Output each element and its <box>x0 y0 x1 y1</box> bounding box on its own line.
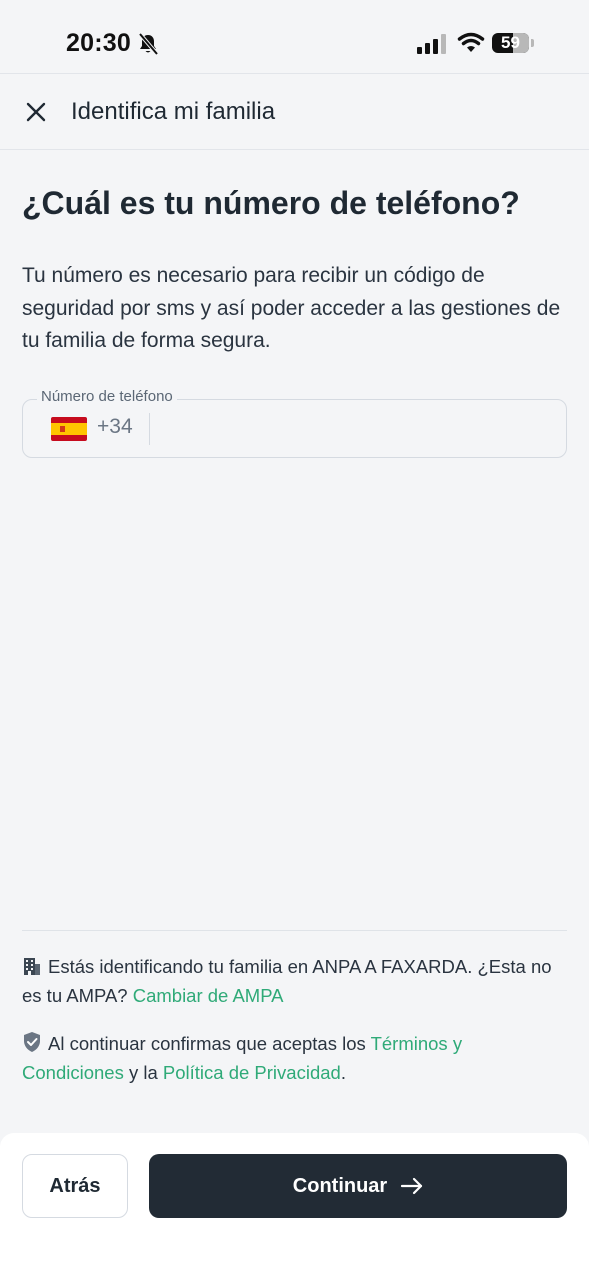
bell-slash-icon <box>138 32 159 56</box>
footer: Atrás Continuar <box>0 1133 589 1280</box>
battery-level: 59 <box>501 33 520 52</box>
building-icon <box>24 958 40 975</box>
header: Identifica mi familia <box>0 73 589 150</box>
arrow-right-icon <box>401 1177 423 1195</box>
signal-icon <box>417 34 446 54</box>
info-divider <box>22 930 567 931</box>
terms-info: Al continuar confirmas que aceptas los T… <box>22 1030 567 1087</box>
wifi-icon <box>457 32 485 52</box>
field-divider <box>149 413 150 445</box>
close-button[interactable] <box>20 96 52 128</box>
shield-check-icon <box>24 1032 40 1052</box>
continue-button[interactable]: Continuar <box>149 1154 567 1218</box>
country-code[interactable]: +34 <box>97 415 133 439</box>
ampa-text: Estás identificando tu familia en ANPA A… <box>22 956 552 1006</box>
back-button[interactable]: Atrás <box>22 1154 128 1218</box>
page-title: ¿Cuál es tu número de teléfono? <box>22 185 520 221</box>
phone-field-label: Número de teléfono <box>37 388 177 405</box>
header-title: Identifica mi familia <box>71 98 276 125</box>
description: Tu número es necesario para recibir un c… <box>22 264 561 352</box>
close-icon <box>26 102 46 122</box>
battery-icon: 59 <box>492 33 529 53</box>
phone-field[interactable]: Número de teléfono +34 <box>22 388 567 458</box>
spain-flag-icon[interactable] <box>51 417 87 441</box>
privacy-link[interactable]: Política de Privacidad <box>163 1062 341 1083</box>
change-ampa-link[interactable]: Cambiar de AMPA <box>133 985 284 1006</box>
terms-suffix: . <box>340 1061 346 1083</box>
battery-cap <box>531 39 534 47</box>
phone-input[interactable] <box>157 408 557 450</box>
terms-prefix: Al continuar confirmas que aceptas los <box>48 1033 366 1054</box>
continue-label: Continuar <box>292 1174 388 1197</box>
ampa-info: Estás identificando tu familia en ANPA A… <box>22 953 567 1010</box>
status-bar: 20:30 59 <box>0 0 589 74</box>
terms-middle: y la <box>128 1061 158 1083</box>
status-time: 20:30 <box>66 29 131 57</box>
